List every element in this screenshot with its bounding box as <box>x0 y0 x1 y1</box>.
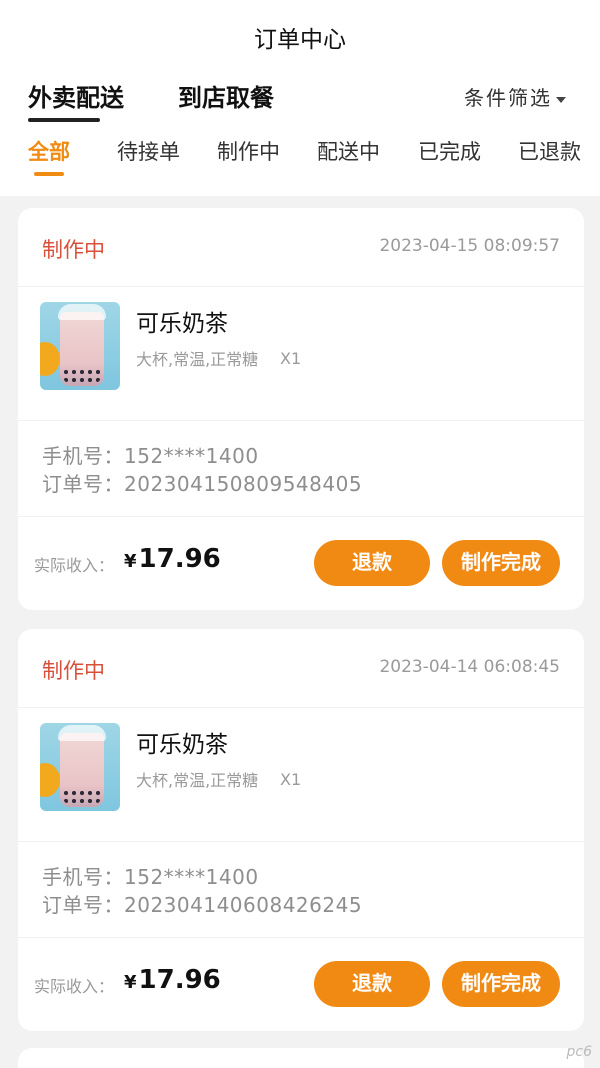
order-number-label: 订单号： <box>42 472 124 496</box>
product-name: 可乐奶茶 <box>136 311 228 337</box>
order-card[interactable]: 制作中 2023-04-14 06:08:45 可乐奶茶 大杯,常温,正常糖 X… <box>18 629 584 1031</box>
phone-number: 152****1400 <box>124 444 259 468</box>
sub-tab-completed[interactable]: 已完成 <box>418 136 481 166</box>
order-card-partial[interactable] <box>18 1048 584 1068</box>
tab-pickup[interactable]: 到店取餐 <box>178 78 274 113</box>
sub-tab-making[interactable]: 制作中 <box>217 136 280 166</box>
tab-delivery[interactable]: 外卖配送 <box>28 78 124 113</box>
divider <box>18 420 584 421</box>
active-tab-indicator <box>28 118 100 122</box>
phone-number: 152****1400 <box>124 865 259 889</box>
order-number: 20230414060842624​5 <box>124 893 363 917</box>
product-spec: 大杯,常温,正常糖 <box>136 771 259 790</box>
sub-tab-refunded[interactable]: 已退款 <box>518 136 581 166</box>
page-title: 订单中心 <box>254 27 346 53</box>
finish-making-button[interactable]: 制作完成 <box>442 540 560 586</box>
order-number-line: 订单号：20230414060842624​5 <box>42 889 362 918</box>
phone-line: 手机号：152****1400 <box>42 440 259 469</box>
divider <box>18 841 584 842</box>
divider <box>18 707 584 708</box>
order-status: 制作中 <box>42 659 105 683</box>
order-number: 20230415080954840​5 <box>124 472 363 496</box>
divider <box>18 516 584 517</box>
status-tabs: 全部 待接单 制作中 配送中 已完成 已退款 <box>0 136 600 166</box>
order-number-label: 订单号： <box>42 893 124 917</box>
income-amount: ¥17.96 <box>124 965 221 995</box>
order-status: 制作中 <box>42 238 105 262</box>
order-card[interactable]: 制作中 2023-04-15 08:09:57 可乐奶茶 大杯,常温,正常糖 X… <box>18 208 584 610</box>
filter-button[interactable]: 条件筛选 <box>464 82 566 111</box>
product-qty: X1 <box>280 349 302 368</box>
finish-making-button[interactable]: 制作完成 <box>442 961 560 1007</box>
income-value: 17.96 <box>138 544 221 574</box>
sub-tab-all[interactable]: 全部 <box>28 136 70 166</box>
refund-button[interactable]: 退款 <box>314 540 430 586</box>
sub-tab-delivering[interactable]: 配送中 <box>317 136 380 166</box>
income-amount: ¥17.96 <box>124 544 221 574</box>
order-time: 2023-04-15 08:09:57 <box>379 236 560 256</box>
product-qty: X1 <box>280 770 302 789</box>
phone-label: 手机号： <box>42 865 124 889</box>
divider <box>18 937 584 938</box>
sub-tab-indicator <box>34 172 64 176</box>
income-label: 实际收入： <box>34 556 115 575</box>
product-image <box>40 723 120 811</box>
divider <box>18 286 584 287</box>
product-image <box>40 302 120 390</box>
caret-down-icon <box>556 96 566 103</box>
filter-label: 条件筛选 <box>464 86 552 110</box>
phone-label: 手机号： <box>42 444 124 468</box>
currency-symbol: ¥ <box>124 972 137 993</box>
product-name: 可乐奶茶 <box>136 732 228 758</box>
header: 订单中心 外卖配送 到店取餐 条件筛选 全部 待接单 制作中 配送中 已完成 已… <box>0 0 600 196</box>
income-value: 17.96 <box>138 965 221 995</box>
currency-symbol: ¥ <box>124 551 137 572</box>
sub-tab-pending[interactable]: 待接单 <box>117 136 180 166</box>
product-spec: 大杯,常温,正常糖 <box>136 350 259 369</box>
phone-line: 手机号：152****1400 <box>42 861 259 890</box>
income-label: 实际收入： <box>34 977 115 996</box>
watermark: pc6 <box>566 1044 593 1060</box>
order-number-line: 订单号：20230415080954840​5 <box>42 468 362 497</box>
order-time: 2023-04-14 06:08:45 <box>379 657 560 677</box>
refund-button[interactable]: 退款 <box>314 961 430 1007</box>
